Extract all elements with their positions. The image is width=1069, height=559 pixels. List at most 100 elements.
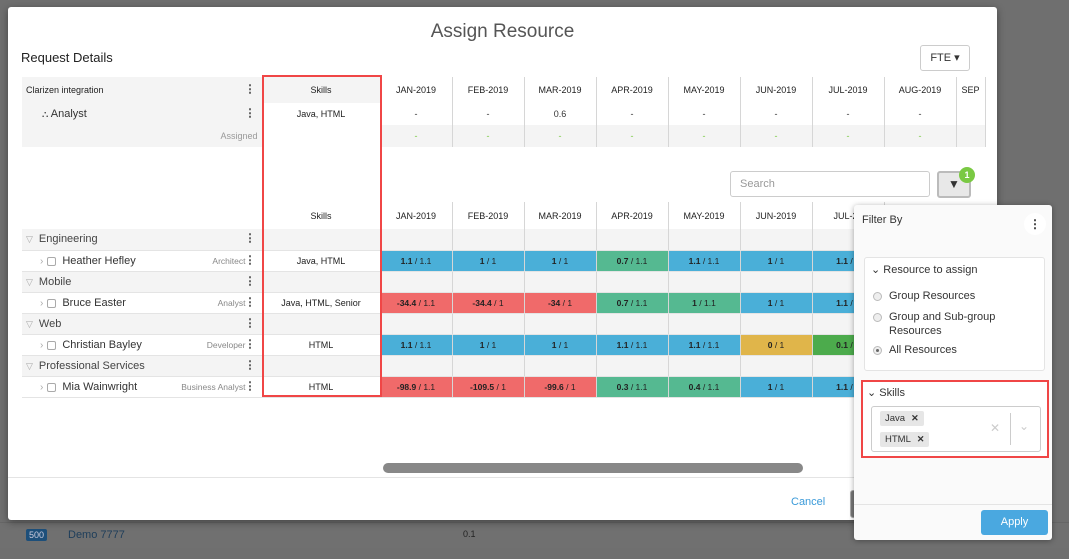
checkbox[interactable] xyxy=(47,298,57,308)
chevron-right-icon[interactable]: › xyxy=(40,382,43,393)
request-table: Clarizen integration ⋮ Skills JAN-2019 FEB-2… xyxy=(22,77,986,147)
assigned-value: - xyxy=(740,125,813,147)
chevron-right-icon[interactable]: › xyxy=(40,256,43,267)
hierarchy-icon: ⛬ xyxy=(42,109,49,119)
group-cell xyxy=(380,271,453,293)
resource-name: › Christian Bayley Developer ⋮ xyxy=(22,334,263,356)
chevron-down-icon[interactable]: ▽ xyxy=(26,361,33,371)
assigned-value: - xyxy=(884,125,957,147)
group-cell xyxy=(380,355,453,377)
footer-divider xyxy=(8,477,997,478)
panel-divider xyxy=(854,504,1052,505)
group-cell xyxy=(452,229,525,251)
assigned-label: Assigned xyxy=(22,125,263,147)
remove-icon[interactable]: ✕ xyxy=(917,434,925,444)
chevron-down-icon: ⌄ xyxy=(871,264,881,276)
clear-icon[interactable]: ✕ xyxy=(990,421,1000,435)
assigned-value: - xyxy=(452,125,525,147)
group-name[interactable]: ▽ Mobile ⋮ xyxy=(22,271,263,293)
resource-row[interactable]: › Heather Hefley Architect ⋮ Java, HTML 1.1 /… xyxy=(22,250,885,272)
more-icon[interactable]: ⋮ xyxy=(245,297,256,308)
skills-multiselect[interactable]: Java ✕ HTML ✕ ✕ ⌄ xyxy=(871,406,1041,452)
skills-filter-section: ⌄ Skills Java ✕ HTML ✕ ✕ ⌄ xyxy=(861,380,1049,458)
role-name: ⛬ Analyst ⋮ xyxy=(22,103,263,125)
group-cell xyxy=(596,229,669,251)
assigned-value xyxy=(956,125,986,147)
more-icon[interactable]: ⋮ xyxy=(245,276,256,287)
group-row[interactable]: ▽ Professional Services ⋮ xyxy=(22,355,885,377)
group-row[interactable]: ▽ Web ⋮ xyxy=(22,313,885,335)
group-name[interactable]: ▽ Professional Services ⋮ xyxy=(22,355,263,377)
group-name[interactable]: ▽ Engineering ⋮ xyxy=(22,229,263,251)
resource-row[interactable]: › Christian Bayley Developer ⋮ HTML 1.1 / 1.1… xyxy=(22,334,885,356)
checkbox[interactable] xyxy=(47,256,57,266)
radio-icon xyxy=(873,345,882,355)
group-cell xyxy=(524,355,597,377)
radio-group-subgroup-resources[interactable]: Group and Sub-group Resources xyxy=(873,310,1038,338)
search-input[interactable]: Search xyxy=(730,171,930,197)
more-icon[interactable]: ⋮ xyxy=(245,339,256,350)
group-cell xyxy=(524,271,597,293)
group-cell xyxy=(596,313,669,335)
group-cell xyxy=(380,313,453,335)
skills-section-header[interactable]: ⌄ Skills xyxy=(867,386,905,399)
more-icon[interactable]: ⋮ xyxy=(245,360,256,371)
resource-row[interactable]: › Mia Wainwright Business Analyst ⋮ HTML -98.… xyxy=(22,376,885,398)
chevron-down-icon[interactable]: ▽ xyxy=(26,319,33,329)
more-icon[interactable]: ⋮ xyxy=(245,255,256,266)
more-icon[interactable]: ⋮ xyxy=(245,108,256,120)
group-cell xyxy=(740,355,813,377)
role-value: - xyxy=(380,103,453,125)
resource-name: › Bruce Easter Analyst ⋮ xyxy=(22,292,263,314)
count-badge: 500 xyxy=(26,529,48,541)
role-value: - xyxy=(668,103,741,125)
group-cell xyxy=(668,313,741,335)
group-cell xyxy=(524,313,597,335)
radio-icon xyxy=(873,291,882,301)
more-icon[interactable]: ⋮ xyxy=(245,233,256,245)
allocation-cell: -109.5 / 1 xyxy=(452,376,525,398)
allocation-cell: 0.7 / 1.1 xyxy=(596,250,669,272)
month-header: MAY-2019 xyxy=(668,202,741,229)
chevron-down-icon[interactable]: ⌄ xyxy=(1019,419,1029,433)
more-icon[interactable]: ⋮ xyxy=(245,318,256,329)
skill-tag-html: HTML ✕ xyxy=(880,432,930,447)
more-icon[interactable]: ⋮ xyxy=(245,381,256,392)
allocation-cell: 1 / 1.1 xyxy=(668,292,741,314)
group-row[interactable]: ▽ Engineering ⋮ xyxy=(22,229,885,251)
month-header: MAR-2019 xyxy=(524,202,597,229)
month-header: JAN-2019 xyxy=(380,77,453,103)
unit-dropdown[interactable]: FTE ▾ xyxy=(920,45,970,71)
resource-section-header[interactable]: ⌄ Resource to assign xyxy=(871,263,977,276)
chevron-down-icon[interactable]: ▽ xyxy=(26,234,33,244)
role-value: 0.6 xyxy=(524,103,597,125)
checkbox[interactable] xyxy=(47,382,57,392)
checkbox[interactable] xyxy=(47,340,57,350)
more-icon[interactable]: ⋮ xyxy=(1024,213,1046,235)
group-name[interactable]: ▽ Web ⋮ xyxy=(22,313,263,335)
role-value: - xyxy=(812,103,885,125)
chevron-down-icon[interactable]: ▽ xyxy=(26,277,33,287)
assign-resource-dialog: Assign Resource Request Details FTE ▾ Cl… xyxy=(8,7,997,520)
radio-icon xyxy=(873,312,882,322)
allocation-cell: 1 / 1 xyxy=(740,292,813,314)
project-name: Clarizen integration ⋮ xyxy=(22,77,263,103)
remove-icon[interactable]: ✕ xyxy=(911,413,919,423)
month-header: APR-2019 xyxy=(596,202,669,229)
radio-group-resources[interactable]: Group Resources xyxy=(873,290,975,302)
resource-row[interactable]: › Bruce Easter Analyst ⋮ Java, HTML, Senior -… xyxy=(22,292,885,314)
more-icon[interactable]: ⋮ xyxy=(245,84,256,96)
background-item: Demo 7777 xyxy=(68,529,125,541)
radio-all-resources[interactable]: All Resources xyxy=(873,344,957,356)
assigned-value: - xyxy=(812,125,885,147)
role-value: - xyxy=(740,103,813,125)
apply-button[interactable]: Apply xyxy=(981,510,1048,535)
group-cell xyxy=(524,229,597,251)
resources-table: Skills JAN-2019 FEB-2019 MAR-2019 APR-2019 MA… xyxy=(22,202,885,398)
allocation-cell: 0.4 / 1.1 xyxy=(668,376,741,398)
group-row[interactable]: ▽ Mobile ⋮ xyxy=(22,271,885,293)
cancel-button[interactable]: Cancel xyxy=(791,496,825,508)
horizontal-scrollbar[interactable] xyxy=(383,463,803,473)
chevron-right-icon[interactable]: › xyxy=(40,340,43,351)
chevron-right-icon[interactable]: › xyxy=(40,298,43,309)
